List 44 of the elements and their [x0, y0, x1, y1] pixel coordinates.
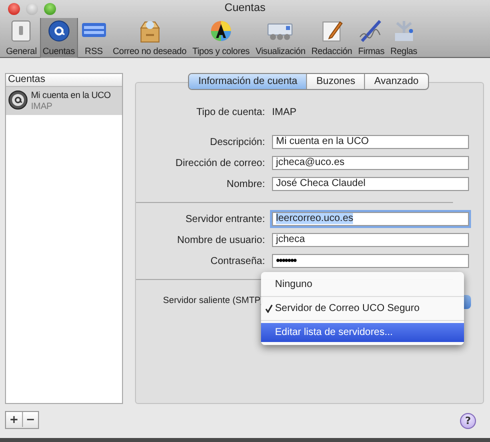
- field-label: Descripción:: [208, 136, 265, 148]
- help-button[interactable]: ?: [460, 413, 476, 429]
- window-title: Cuentas: [224, 2, 266, 14]
- field-label: Servidor entrante:: [184, 214, 265, 224]
- at-sign-icon: [8, 90, 28, 110]
- field-label: Contraseña:: [210, 256, 265, 266]
- menu-item[interactable]: Servidor de Correo UCO Seguro: [261, 299, 464, 318]
- toolbar-tab[interactable]: Firmas: [355, 18, 388, 58]
- text-field[interactable]: jcheca@uco.es: [272, 156, 469, 170]
- account-item[interactable]: Mi cuenta en la UCO IMAP: [6, 87, 122, 115]
- switch-icon: [9, 18, 34, 44]
- toolbar-tab[interactable]: Visualización: [252, 18, 308, 58]
- remove-button[interactable]: −: [22, 412, 38, 427]
- tab[interactable]: Avanzado: [364, 74, 428, 89]
- toolbar-tab[interactable]: General: [3, 18, 40, 58]
- field-label: Servidor saliente (SMTP): [163, 295, 264, 305]
- zoom-button[interactable]: [44, 3, 56, 15]
- at-sign-icon: [46, 18, 71, 44]
- close-button[interactable]: [8, 3, 20, 15]
- field-label: Nombre:: [226, 178, 265, 190]
- field-label: Dirección de correo:: [174, 158, 265, 168]
- toolbar-tab[interactable]: RSS: [78, 18, 110, 58]
- text-field[interactable]: •••••••: [272, 254, 469, 268]
- menu-item[interactable]: Ninguno: [261, 275, 464, 294]
- text-field[interactable]: Mi cuenta en la UCO: [272, 135, 469, 149]
- text-field[interactable]: leercorreo.uco.es: [272, 212, 469, 226]
- tab[interactable]: Información de cuenta: [189, 74, 306, 89]
- text-field[interactable]: José Checa Claudel: [272, 177, 469, 191]
- account-type: IMAP: [31, 101, 54, 112]
- list-header: Cuentas: [6, 74, 122, 87]
- menu-item[interactable]: Editar lista de servidores...: [261, 323, 464, 342]
- toolbar-tab[interactable]: Cuentas: [40, 18, 78, 58]
- field-label: Tipo de cuenta:: [195, 107, 265, 118]
- color-wheel-icon: [209, 18, 233, 44]
- account-type-value: IMAP: [272, 107, 298, 118]
- tab[interactable]: Buzones: [306, 74, 364, 89]
- toolbar-tab[interactable]: Reglas: [387, 18, 420, 58]
- add-button[interactable]: +: [6, 412, 22, 427]
- toolbar-tab[interactable]: Redacción: [308, 18, 356, 58]
- text-field[interactable]: jcheca: [272, 233, 469, 247]
- account-name: Mi cuenta en la UCO: [31, 90, 111, 101]
- toolbar-tab[interactable]: Tipos y colores: [189, 18, 253, 58]
- toolbar-tab[interactable]: Correo no deseado: [110, 18, 190, 58]
- field-label: Nombre de usuario:: [176, 234, 265, 246]
